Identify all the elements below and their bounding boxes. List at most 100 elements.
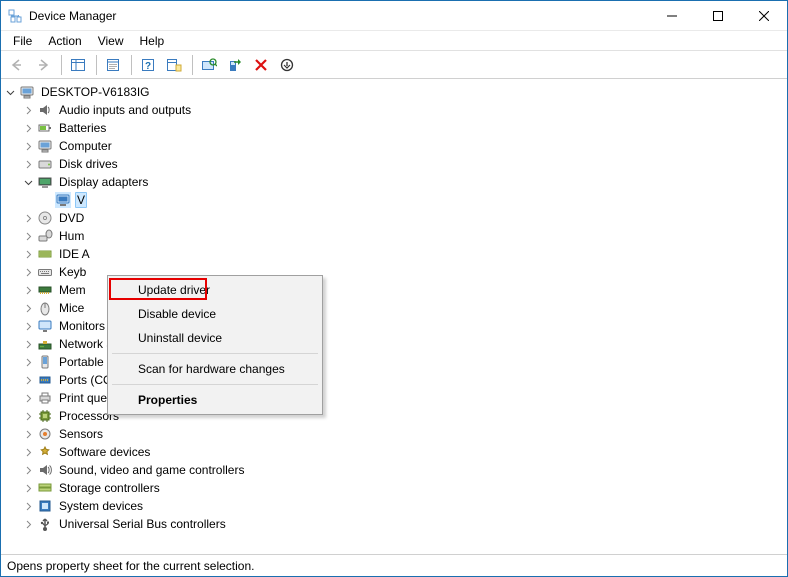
- category-icon: [37, 336, 53, 352]
- category-label: Sound, video and game controllers: [57, 462, 246, 478]
- device-icon: [55, 192, 71, 208]
- tree-category[interactable]: Disk drives: [21, 155, 785, 173]
- category-icon: [37, 300, 53, 316]
- expand-icon[interactable]: [21, 247, 35, 261]
- category-icon: [37, 102, 53, 118]
- update-driver-button[interactable]: [223, 54, 247, 76]
- show-hide-console-tree-button[interactable]: [66, 54, 90, 76]
- expand-icon[interactable]: [21, 283, 35, 297]
- computer-icon: [19, 84, 35, 100]
- ctx-disable-device[interactable]: Disable device: [110, 302, 320, 326]
- category-label: Storage controllers: [57, 480, 162, 496]
- expand-icon[interactable]: [21, 373, 35, 387]
- expand-icon[interactable]: [21, 409, 35, 423]
- device-manager-window: Device Manager File Action View Help: [0, 0, 788, 577]
- action-menu-button[interactable]: [162, 54, 186, 76]
- category-icon: [37, 390, 53, 406]
- expand-icon[interactable]: [21, 121, 35, 135]
- expand-icon[interactable]: [21, 139, 35, 153]
- category-icon: [37, 174, 53, 190]
- category-icon: [37, 156, 53, 172]
- expand-icon[interactable]: [21, 103, 35, 117]
- menu-help[interactable]: Help: [132, 32, 173, 50]
- tree-device-selected[interactable]: V: [39, 191, 785, 209]
- category-icon: [37, 498, 53, 514]
- toolbar-separator: [192, 55, 193, 75]
- minimize-button[interactable]: [649, 1, 695, 30]
- category-label: Computer: [57, 138, 114, 154]
- expand-icon[interactable]: [21, 427, 35, 441]
- category-icon: [37, 138, 53, 154]
- tree-category[interactable]: Universal Serial Bus controllers: [21, 515, 785, 533]
- category-icon: [37, 372, 53, 388]
- expand-icon[interactable]: [21, 463, 35, 477]
- tree-category[interactable]: Batteries: [21, 119, 785, 137]
- ctx-separator: [112, 384, 318, 385]
- tree-category[interactable]: Audio inputs and outputs: [21, 101, 785, 119]
- category-icon: [37, 480, 53, 496]
- device-label: V: [75, 192, 87, 208]
- expand-icon[interactable]: [21, 319, 35, 333]
- expand-icon[interactable]: [21, 391, 35, 405]
- uninstall-device-button[interactable]: [249, 54, 273, 76]
- category-label: Mice: [57, 300, 86, 316]
- expand-icon[interactable]: [21, 229, 35, 243]
- category-icon: [37, 444, 53, 460]
- category-label: Sensors: [57, 426, 105, 442]
- device-tree[interactable]: DESKTOP-V6183IG Audio inputs and outputs…: [1, 79, 787, 554]
- category-icon: [37, 120, 53, 136]
- tree-category[interactable]: Software devices: [21, 443, 785, 461]
- expand-icon[interactable]: [21, 481, 35, 495]
- menu-view[interactable]: View: [90, 32, 132, 50]
- category-icon: [37, 246, 53, 262]
- tree-category[interactable]: DVD: [21, 209, 785, 227]
- category-label: Mem: [57, 282, 88, 298]
- ctx-properties[interactable]: Properties: [110, 388, 320, 412]
- expand-icon[interactable]: [21, 211, 35, 225]
- menu-file[interactable]: File: [5, 32, 40, 50]
- window-controls: [649, 1, 787, 30]
- tree-category[interactable]: Storage controllers: [21, 479, 785, 497]
- help-button[interactable]: ?: [136, 54, 160, 76]
- expand-icon[interactable]: [21, 445, 35, 459]
- category-icon: [37, 516, 53, 532]
- forward-button[interactable]: [31, 54, 55, 76]
- tree-root[interactable]: DESKTOP-V6183IG: [3, 83, 785, 101]
- tree-category[interactable]: Sensors: [21, 425, 785, 443]
- ctx-update-driver[interactable]: Update driver: [110, 278, 320, 302]
- ctx-scan-hardware[interactable]: Scan for hardware changes: [110, 357, 320, 381]
- category-icon: [37, 408, 53, 424]
- tree-category[interactable]: Display adapters: [21, 173, 785, 191]
- menu-action[interactable]: Action: [40, 32, 89, 50]
- category-label: Monitors: [57, 318, 107, 334]
- tree-category[interactable]: Hum: [21, 227, 785, 245]
- tree-category[interactable]: Computer: [21, 137, 785, 155]
- collapse-icon[interactable]: [3, 85, 17, 99]
- expand-icon[interactable]: [21, 157, 35, 171]
- tree-category[interactable]: System devices: [21, 497, 785, 515]
- window-title: Device Manager: [29, 9, 116, 23]
- expand-icon[interactable]: [21, 301, 35, 315]
- category-label: System devices: [57, 498, 145, 514]
- expand-icon[interactable]: [21, 355, 35, 369]
- statusbar: Opens property sheet for the current sel…: [1, 554, 787, 576]
- scan-hardware-button[interactable]: [197, 54, 221, 76]
- disable-device-button[interactable]: [275, 54, 299, 76]
- category-label: Audio inputs and outputs: [57, 102, 193, 118]
- collapse-icon[interactable]: [21, 175, 35, 189]
- category-label: Hum: [57, 228, 86, 244]
- expand-icon[interactable]: [21, 337, 35, 351]
- close-button[interactable]: [741, 1, 787, 30]
- expand-icon[interactable]: [21, 265, 35, 279]
- category-label: Display adapters: [57, 174, 150, 190]
- properties-button[interactable]: [101, 54, 125, 76]
- tree-category[interactable]: IDE A: [21, 245, 785, 263]
- expand-icon[interactable]: [21, 499, 35, 513]
- tree-category[interactable]: Sound, video and game controllers: [21, 461, 785, 479]
- maximize-button[interactable]: [695, 1, 741, 30]
- back-button[interactable]: [5, 54, 29, 76]
- ctx-uninstall-device[interactable]: Uninstall device: [110, 326, 320, 350]
- expand-icon[interactable]: [21, 517, 35, 531]
- category-icon: [37, 282, 53, 298]
- ctx-separator: [112, 353, 318, 354]
